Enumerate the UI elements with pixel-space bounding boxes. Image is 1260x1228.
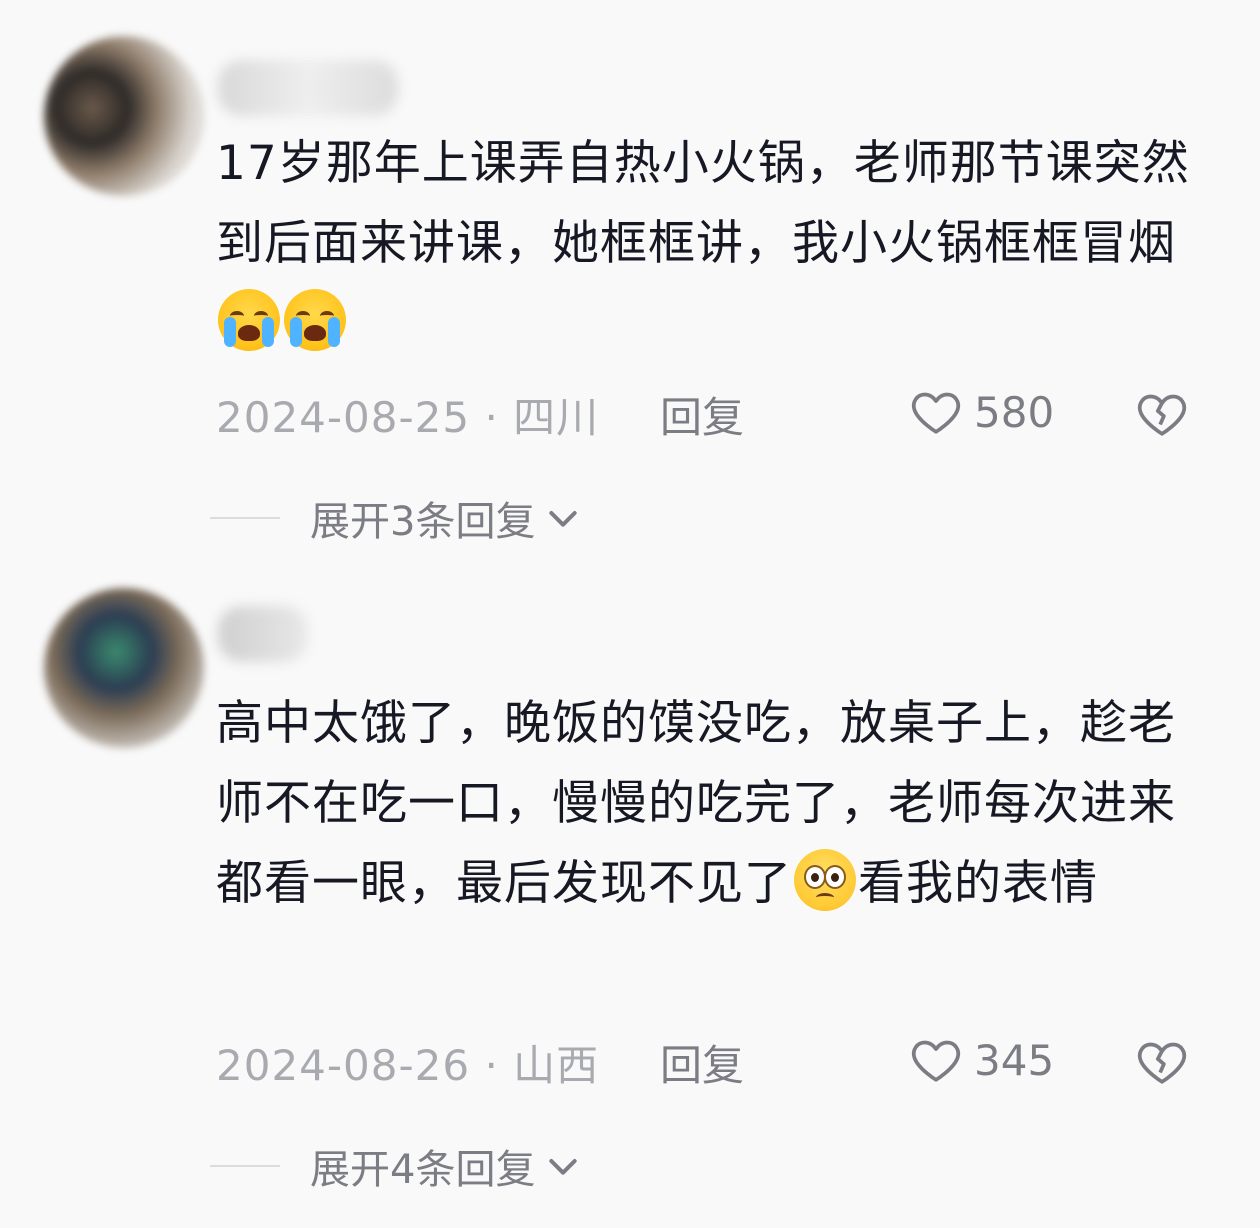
expand-replies-button[interactable]: 展开4条回复 (210, 1136, 583, 1196)
like-button[interactable]: 345 (908, 1032, 1054, 1088)
loudly-crying-face-icon (284, 289, 346, 351)
avatar[interactable] (44, 36, 204, 196)
comment-date-location: 2024-08-25 · 四川 (216, 384, 599, 445)
comment-item: 高中太饿了，晚饭的馍没吃，放桌子上，趁老师不在吃一口，慢慢的吃完了，老师每次进来… (0, 588, 1260, 1228)
expand-replies-label: 展开3条回复 (310, 499, 536, 545)
chevron-down-icon (549, 1159, 578, 1175)
heart-icon (911, 392, 961, 434)
reply-button[interactable]: 回复 (660, 1032, 744, 1093)
divider (210, 517, 280, 519)
comment-date: 2024-08-25 (216, 393, 471, 442)
like-count: 580 (974, 387, 1055, 437)
comment-location: 山西 (513, 1041, 600, 1090)
comment-text: 17岁那年上课弄自热小火锅，老师那节课突然到后面来讲课，她框框讲，我小火锅框框冒… (216, 124, 1206, 364)
like-button[interactable]: 580 (908, 384, 1054, 440)
separator: · (484, 1041, 499, 1090)
username-blurred[interactable] (218, 60, 398, 116)
expand-replies-button[interactable]: 展开3条回复 (210, 488, 583, 548)
expand-replies-label: 展开4条回复 (310, 1147, 536, 1193)
reply-button[interactable]: 回复 (660, 384, 744, 445)
comment-meta: 2024-08-25 · 四川 回复 580 (216, 384, 1206, 444)
flushed-face-icon (794, 849, 856, 911)
comment-text: 高中太饿了，晚饭的馍没吃，放桌子上，趁老师不在吃一口，慢慢的吃完了，老师每次进来… (216, 684, 1206, 924)
avatar[interactable] (44, 588, 204, 748)
username-blurred[interactable] (218, 606, 308, 662)
like-count: 345 (974, 1035, 1055, 1085)
broken-heart-icon[interactable] (1134, 1034, 1190, 1090)
divider (210, 1165, 280, 1167)
broken-heart-icon[interactable] (1134, 386, 1190, 442)
comment-text-body: 17岁那年上课弄自热小火锅，老师那节课突然到后面来讲课，她框框讲，我小火锅框框冒… (216, 136, 1190, 271)
separator: · (484, 393, 499, 442)
loudly-crying-face-icon (218, 289, 280, 351)
comment-item: 17岁那年上课弄自热小火锅，老师那节课突然到后面来讲课，她框框讲，我小火锅框框冒… (0, 0, 1260, 600)
comment-date: 2024-08-26 (216, 1041, 471, 1090)
comment-text-tail: 看我的表情 (858, 856, 1098, 911)
chevron-down-icon (549, 511, 578, 527)
heart-icon (911, 1040, 961, 1082)
comment-meta: 2024-08-26 · 山西 回复 345 (216, 1032, 1206, 1092)
comment-date-location: 2024-08-26 · 山西 (216, 1032, 599, 1093)
comment-location: 四川 (513, 393, 600, 442)
